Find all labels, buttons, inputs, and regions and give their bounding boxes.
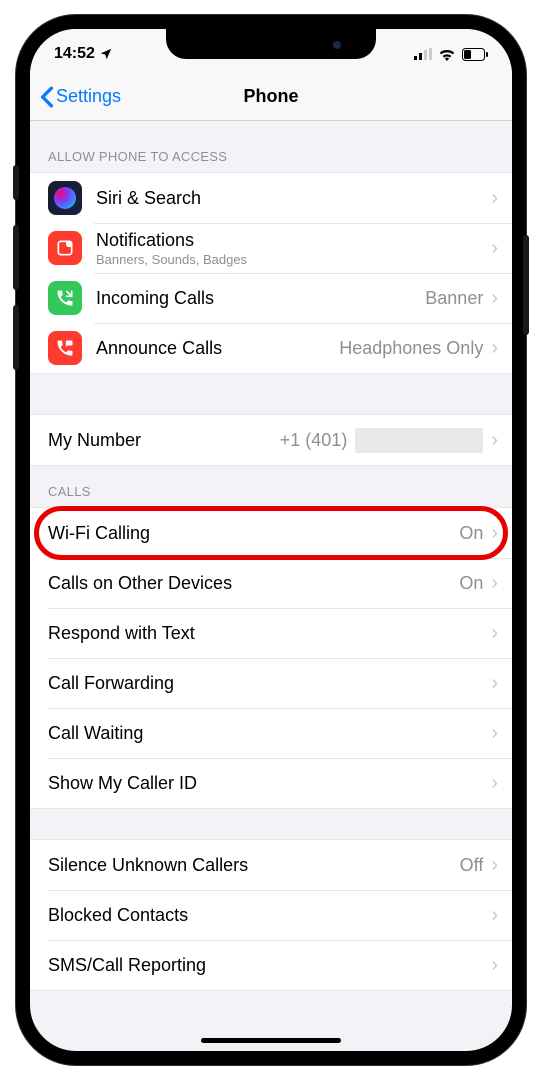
row-silence-unknown[interactable]: Silence Unknown Callers Off ›	[30, 840, 512, 890]
row-label: Incoming Calls	[96, 288, 425, 309]
row-label: Blocked Contacts	[48, 905, 491, 926]
chevron-right-icon: ›	[491, 855, 498, 875]
back-label: Settings	[56, 86, 121, 107]
row-label: Notifications	[96, 230, 491, 251]
calls-list: Wi-Fi Calling On › Calls on Other Device…	[30, 507, 512, 809]
row-sublabel: Banners, Sounds, Badges	[96, 252, 491, 267]
number-list: My Number +1 (401) xxx xxxx ›	[30, 414, 512, 466]
row-label: Call Forwarding	[48, 673, 491, 694]
chevron-right-icon: ›	[491, 623, 498, 643]
home-indicator[interactable]	[201, 1038, 341, 1043]
chevron-right-icon: ›	[491, 905, 498, 925]
chevron-right-icon: ›	[491, 338, 498, 358]
row-label: Call Waiting	[48, 723, 491, 744]
chevron-right-icon: ›	[491, 430, 498, 450]
notifications-icon	[48, 231, 82, 265]
location-icon	[99, 47, 113, 61]
row-call-forwarding[interactable]: Call Forwarding ›	[30, 658, 512, 708]
chevron-right-icon: ›	[491, 238, 498, 258]
volume-up-button	[13, 225, 19, 290]
section-header-access: ALLOW PHONE TO ACCESS	[30, 121, 512, 172]
content[interactable]: ALLOW PHONE TO ACCESS Siri & Search › No…	[30, 121, 512, 991]
chevron-right-icon: ›	[491, 773, 498, 793]
siri-icon	[48, 181, 82, 215]
cellular-icon	[414, 48, 432, 60]
chevron-right-icon: ›	[491, 288, 498, 308]
row-label: My Number	[48, 430, 280, 451]
row-sms-reporting[interactable]: SMS/Call Reporting ›	[30, 940, 512, 990]
phone-frame: 14:52 Se	[16, 15, 526, 1065]
row-label: Siri & Search	[96, 188, 491, 209]
status-time: 14:52	[54, 45, 95, 63]
row-call-waiting[interactable]: Call Waiting ›	[30, 708, 512, 758]
page-title: Phone	[243, 86, 298, 107]
chevron-right-icon: ›	[491, 573, 498, 593]
row-label: Respond with Text	[48, 623, 491, 644]
row-siri-search[interactable]: Siri & Search ›	[30, 173, 512, 223]
more-list: Silence Unknown Callers Off › Blocked Co…	[30, 839, 512, 991]
row-value: On	[459, 523, 483, 544]
chevron-right-icon: ›	[491, 723, 498, 743]
chevron-left-icon	[40, 86, 54, 108]
row-label: Silence Unknown Callers	[48, 855, 460, 876]
row-incoming-calls[interactable]: Incoming Calls Banner ›	[30, 273, 512, 323]
incoming-call-icon	[48, 281, 82, 315]
row-label: SMS/Call Reporting	[48, 955, 491, 976]
power-button	[523, 235, 529, 335]
redacted-number: xxx xxxx	[355, 428, 483, 453]
volume-down-button	[13, 305, 19, 370]
row-notifications[interactable]: Notifications Banners, Sounds, Badges ›	[30, 223, 512, 273]
back-button[interactable]: Settings	[40, 86, 121, 108]
row-respond-text[interactable]: Respond with Text ›	[30, 608, 512, 658]
row-label: Wi-Fi Calling	[48, 523, 459, 544]
access-list: Siri & Search › Notifications Banners, S…	[30, 172, 512, 374]
row-show-caller-id[interactable]: Show My Caller ID ›	[30, 758, 512, 808]
row-my-number[interactable]: My Number +1 (401) xxx xxxx ›	[30, 415, 512, 465]
row-value: Banner	[425, 288, 483, 309]
row-calls-other-devices[interactable]: Calls on Other Devices On ›	[30, 558, 512, 608]
row-label: Show My Caller ID	[48, 773, 491, 794]
notch	[166, 29, 376, 59]
chevron-right-icon: ›	[491, 523, 498, 543]
screen: 14:52 Se	[30, 29, 512, 1051]
row-value: +1 (401)	[280, 430, 348, 451]
wifi-icon	[438, 48, 456, 61]
row-announce-calls[interactable]: Announce Calls Headphones Only ›	[30, 323, 512, 373]
mute-switch	[13, 165, 19, 200]
chevron-right-icon: ›	[491, 188, 498, 208]
row-label: Announce Calls	[96, 338, 339, 359]
row-value: On	[459, 573, 483, 594]
row-value: Off	[460, 855, 484, 876]
nav-bar: Settings Phone	[30, 73, 512, 121]
section-header-calls: CALLS	[30, 466, 512, 507]
row-label: Calls on Other Devices	[48, 573, 459, 594]
row-value: Headphones Only	[339, 338, 483, 359]
chevron-right-icon: ›	[491, 673, 498, 693]
announce-icon	[48, 331, 82, 365]
row-wifi-calling[interactable]: Wi-Fi Calling On ›	[30, 508, 512, 558]
row-blocked-contacts[interactable]: Blocked Contacts ›	[30, 890, 512, 940]
chevron-right-icon: ›	[491, 955, 498, 975]
battery-icon	[462, 48, 488, 61]
